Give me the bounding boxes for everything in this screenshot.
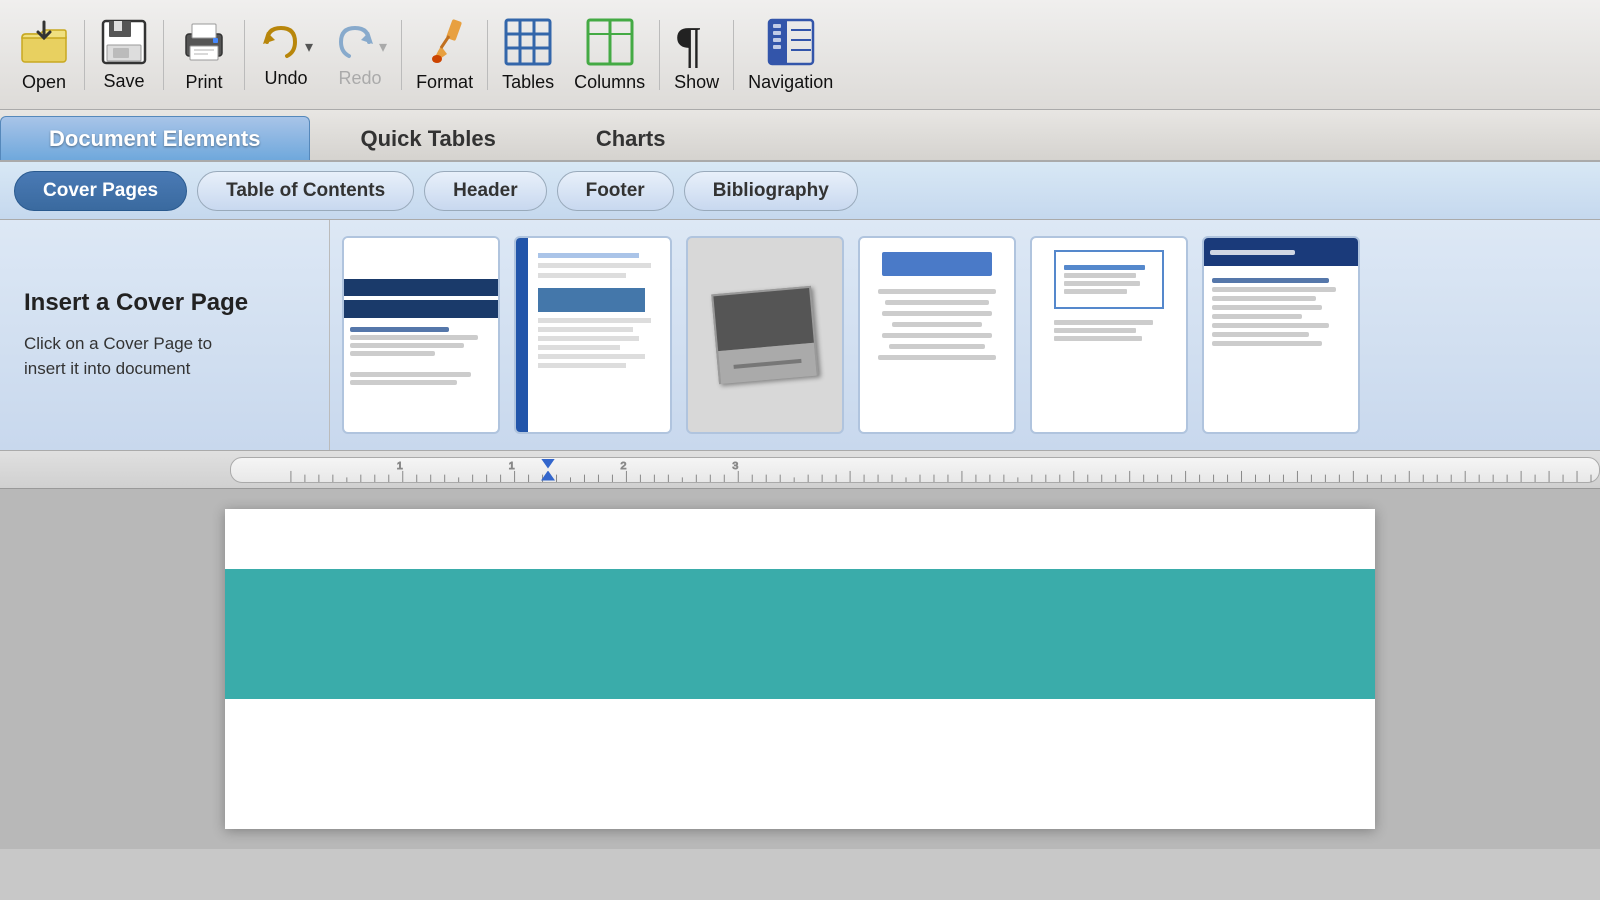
undo-arrow: ▾ bbox=[305, 40, 313, 56]
svg-text:2: 2 bbox=[620, 460, 626, 472]
gallery-title: Insert a Cover Page bbox=[24, 289, 305, 317]
tables-label: Tables bbox=[502, 72, 554, 93]
gallery-desc: Click on a Cover Page toinsert it into d… bbox=[24, 331, 305, 382]
cover-page-item-4[interactable] bbox=[858, 236, 1016, 434]
open-button[interactable]: Open bbox=[8, 0, 80, 109]
columns-icon bbox=[584, 16, 636, 68]
navigation-icon bbox=[765, 16, 817, 68]
toolbar: Open Save Print bbox=[0, 0, 1600, 110]
gallery-description: Insert a Cover Page Click on a Cover Pag… bbox=[0, 220, 330, 450]
print-button[interactable]: Print bbox=[168, 0, 240, 109]
document-teal-bar bbox=[225, 569, 1375, 699]
cover-page-item-3[interactable] bbox=[686, 236, 844, 434]
svg-text:1: 1 bbox=[397, 460, 403, 472]
sep5 bbox=[487, 20, 488, 90]
cover-page-item-1[interactable] bbox=[342, 236, 500, 434]
save-label: Save bbox=[103, 71, 144, 92]
sep1 bbox=[84, 20, 85, 90]
subtab-cover-pages[interactable]: Cover Pages bbox=[14, 171, 187, 211]
sep6 bbox=[659, 20, 660, 90]
navigation-button[interactable]: Navigation bbox=[738, 0, 843, 109]
marker-top bbox=[541, 459, 555, 469]
gallery-items bbox=[330, 220, 1372, 450]
show-icon: ¶ bbox=[675, 16, 719, 68]
document-area bbox=[0, 489, 1600, 849]
svg-text:¶: ¶ bbox=[677, 17, 701, 68]
print-label: Print bbox=[185, 72, 222, 93]
show-button[interactable]: ¶ Show bbox=[664, 0, 729, 109]
ruler-marker[interactable] bbox=[541, 459, 555, 481]
columns-button[interactable]: Columns bbox=[564, 0, 655, 109]
navigation-label: Navigation bbox=[748, 72, 833, 93]
ribbon-tabs: Document Elements Quick Tables Charts bbox=[0, 110, 1600, 162]
subtab-table-of-contents[interactable]: Table of Contents bbox=[197, 171, 414, 211]
redo-arrow: ▾ bbox=[379, 40, 387, 56]
redo-label: Redo bbox=[339, 68, 382, 89]
svg-text:1: 1 bbox=[509, 460, 515, 472]
tables-icon bbox=[502, 16, 554, 68]
print-icon bbox=[178, 16, 230, 68]
tab-charts[interactable]: Charts bbox=[547, 116, 715, 160]
undo-label: Undo bbox=[265, 68, 308, 89]
ruler-track: 1 1 2 3 bbox=[230, 457, 1600, 483]
redo-button[interactable]: ▾ Redo bbox=[323, 0, 397, 109]
save-button[interactable]: Save bbox=[89, 0, 159, 109]
sep3 bbox=[244, 20, 245, 90]
svg-text:3: 3 bbox=[732, 460, 738, 472]
cover-page-gallery: Insert a Cover Page Click on a Cover Pag… bbox=[0, 220, 1600, 451]
subtab-bibliography[interactable]: Bibliography bbox=[684, 171, 858, 211]
sep2 bbox=[163, 20, 164, 90]
tab-document-elements-visible[interactable]: Document Elements bbox=[0, 116, 310, 160]
sep4 bbox=[401, 20, 402, 90]
undo-button[interactable]: ▾ Undo bbox=[249, 0, 323, 109]
ruler: 1 1 2 3 bbox=[0, 451, 1600, 489]
document-page bbox=[225, 509, 1375, 829]
open-label: Open bbox=[22, 72, 66, 93]
save-icon bbox=[99, 17, 149, 67]
subtab-header[interactable]: Header bbox=[424, 171, 546, 211]
show-label: Show bbox=[674, 72, 719, 93]
cover-page-item-5[interactable] bbox=[1030, 236, 1188, 434]
columns-label: Columns bbox=[574, 72, 645, 93]
cover-page-item-6[interactable] bbox=[1202, 236, 1360, 434]
tab-quick-tables[interactable]: Quick Tables bbox=[312, 116, 545, 160]
format-label: Format bbox=[416, 72, 473, 93]
format-button[interactable]: Format bbox=[406, 0, 483, 109]
undo-icon: ▾ bbox=[259, 20, 313, 64]
marker-bottom bbox=[541, 471, 555, 481]
tables-button[interactable]: Tables bbox=[492, 0, 564, 109]
open-icon bbox=[18, 16, 70, 68]
sep7 bbox=[733, 20, 734, 90]
format-icon bbox=[419, 16, 471, 68]
redo-icon: ▾ bbox=[333, 20, 387, 64]
sub-tabs: Cover Pages Table of Contents Header Foo… bbox=[0, 162, 1600, 220]
cover-page-item-2[interactable] bbox=[514, 236, 672, 434]
subtab-footer[interactable]: Footer bbox=[557, 171, 674, 211]
